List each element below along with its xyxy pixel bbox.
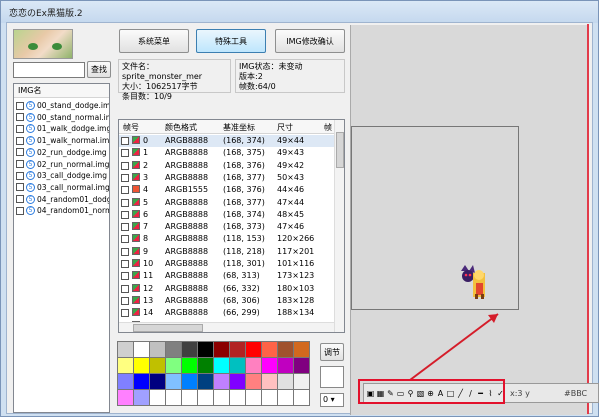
color-hex-readout: #BBC (564, 389, 588, 398)
toolbar-highlight-box (358, 379, 505, 404)
annotation-arrow (409, 313, 499, 381)
cursor-coordinate: x:3 y (510, 389, 530, 398)
